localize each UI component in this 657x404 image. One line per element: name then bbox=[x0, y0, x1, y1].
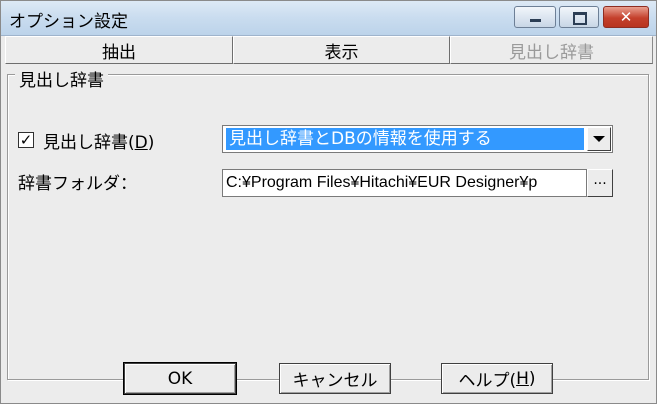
minimize-button[interactable] bbox=[514, 6, 556, 28]
options-dialog: オプション設定 ✕ 抽出 表示 見出し辞書 見出し辞書 ✓ 見出し辞書(D) 見… bbox=[0, 0, 657, 404]
close-button[interactable]: ✕ bbox=[603, 6, 649, 28]
headline-dictionary-group bbox=[7, 74, 649, 380]
help-button-close: ) bbox=[528, 368, 536, 389]
checkbox-accelerator-key: D bbox=[134, 133, 148, 153]
minimize-icon bbox=[530, 19, 541, 22]
cancel-button[interactable]: キャンセル bbox=[279, 363, 391, 394]
headline-dictionary-checkbox-label[interactable]: 見出し辞書(D) bbox=[43, 128, 154, 153]
maximize-button[interactable] bbox=[559, 6, 599, 28]
close-icon: ✕ bbox=[619, 8, 633, 26]
window-title: オプション設定 bbox=[9, 12, 128, 32]
dictionary-mode-selected-value: 見出し辞書とDBの情報を使用する bbox=[226, 128, 584, 150]
tab-display[interactable]: 表示 bbox=[233, 36, 450, 64]
headline-dictionary-checkbox[interactable]: ✓ bbox=[18, 132, 34, 148]
check-mark-icon: ✓ bbox=[19, 130, 33, 149]
dropdown-arrow-button[interactable] bbox=[587, 127, 611, 151]
checkbox-label-close: ) bbox=[147, 133, 155, 153]
dictionary-folder-input[interactable]: C:¥Program Files¥Hitachi¥EUR Designer¥p bbox=[222, 169, 587, 197]
group-legend: 見出し辞書 bbox=[15, 66, 108, 91]
maximize-icon bbox=[573, 12, 587, 25]
dictionary-mode-select[interactable]: 見出し辞書とDBの情報を使用する bbox=[222, 125, 613, 153]
tab-extract[interactable]: 抽出 bbox=[5, 36, 233, 64]
help-button-text: ヘルプ( bbox=[458, 371, 517, 391]
chevron-down-icon bbox=[593, 136, 605, 142]
tab-headline-dictionary[interactable]: 見出し辞書 bbox=[450, 36, 653, 64]
ok-button[interactable]: OK bbox=[123, 362, 237, 395]
help-button[interactable]: ヘルプ(H) bbox=[441, 363, 553, 394]
tab-strip: 抽出 表示 見出し辞書 bbox=[5, 36, 653, 65]
browse-folder-button[interactable]: ... bbox=[587, 169, 613, 197]
checkbox-label-text: 見出し辞書( bbox=[43, 133, 135, 153]
title-bar[interactable]: オプション設定 ✕ bbox=[1, 1, 656, 36]
help-accelerator-key: H bbox=[516, 368, 529, 389]
dictionary-folder-label: 辞書フォルダ： bbox=[18, 174, 137, 194]
